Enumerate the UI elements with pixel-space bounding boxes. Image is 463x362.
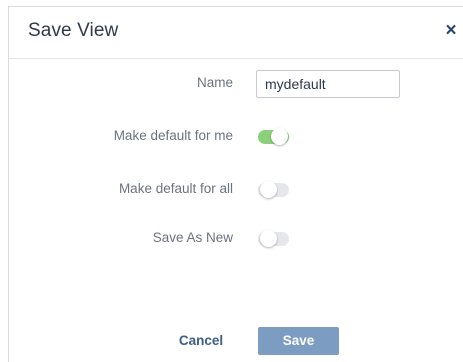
- make-default-for-me-row: Make default for me: [9, 123, 463, 151]
- toggle-knob: [260, 181, 277, 198]
- name-label: Name: [196, 75, 233, 90]
- make-default-for-all-row: Make default for all: [9, 176, 463, 204]
- name-row: Name: [9, 70, 463, 98]
- save-as-new-row: Save As New: [9, 225, 463, 253]
- close-icon[interactable]: ×: [442, 20, 460, 42]
- save-view-dialog: Save View × Name Make default for me Mak…: [8, 6, 463, 362]
- toggle-knob: [260, 230, 277, 247]
- save-button[interactable]: Save: [258, 327, 339, 355]
- save-as-new-toggle[interactable]: [258, 230, 289, 247]
- make-default-for-me-label: Make default for me: [113, 128, 233, 143]
- dialog-header: Save View ×: [9, 7, 463, 59]
- save-as-new-label: Save As New: [152, 230, 233, 245]
- cancel-button[interactable]: Cancel: [164, 327, 238, 355]
- name-input[interactable]: [256, 70, 400, 98]
- dialog-title: Save View: [28, 20, 119, 41]
- make-default-for-me-toggle[interactable]: [258, 128, 289, 145]
- toggle-knob: [271, 128, 288, 145]
- make-default-for-all-label: Make default for all: [118, 181, 233, 196]
- make-default-for-all-toggle[interactable]: [258, 181, 289, 198]
